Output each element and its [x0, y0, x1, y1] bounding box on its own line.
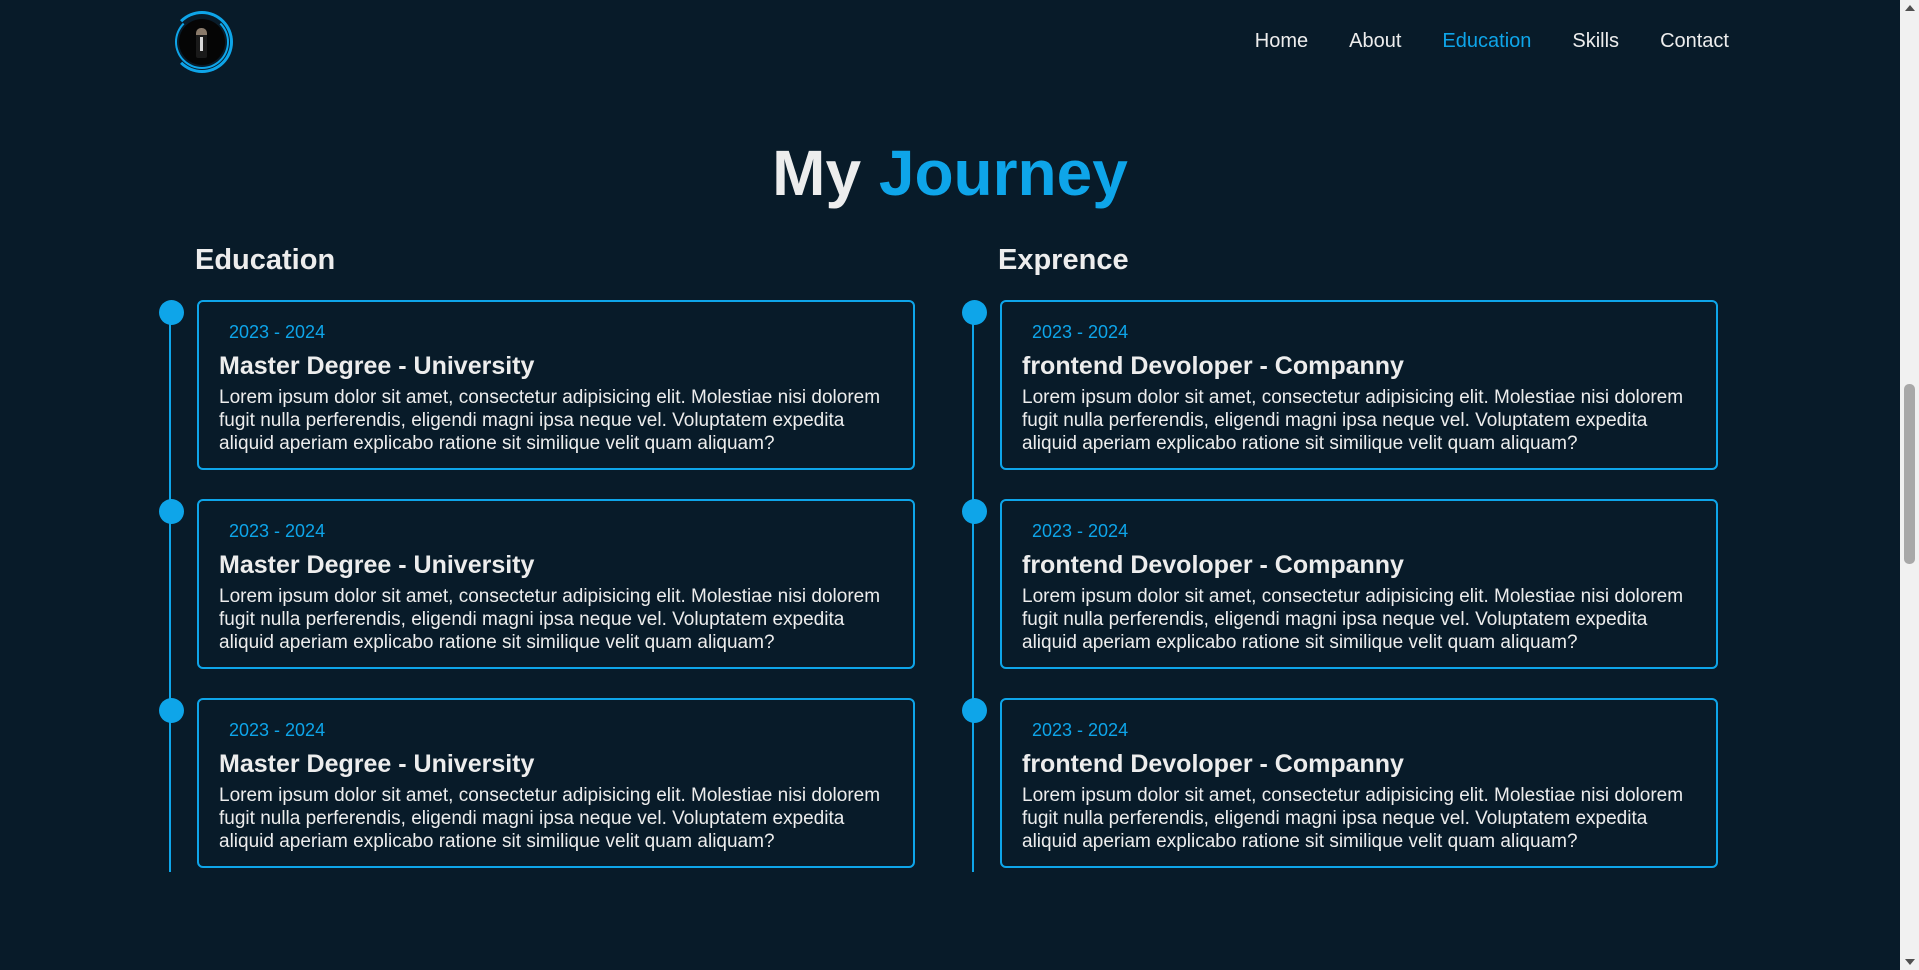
item-title: frontend Devoloper - Companny — [1022, 551, 1404, 579]
education-item: 2023 - 2024 Master Degree - University L… — [159, 698, 945, 872]
avatar-image — [179, 19, 225, 65]
item-year: 2023 - 2024 — [1032, 322, 1129, 342]
experience-title: Exprence — [998, 244, 1129, 276]
item-year: 2023 - 2024 — [1032, 521, 1129, 541]
item-description: Lorem ipsum dolor sit amet, consectetur … — [219, 586, 881, 653]
experience-card: 2023 - 2024 frontend Devoloper - Compann… — [1000, 698, 1718, 868]
section-heading: My Journey — [0, 136, 1900, 210]
portfolio-page: Home About Education Skills Contact My J… — [0, 0, 1900, 970]
timeline-dot — [962, 300, 987, 325]
item-year: 2023 - 2024 — [1032, 720, 1129, 740]
item-year: 2023 - 2024 — [229, 521, 326, 541]
education-item: 2023 - 2024 Master Degree - University L… — [159, 300, 945, 474]
timeline-dot — [159, 499, 184, 524]
scroll-down-arrow-icon[interactable] — [1905, 959, 1915, 965]
logo-avatar[interactable] — [171, 11, 233, 73]
experience-card: 2023 - 2024 frontend Devoloper - Compann… — [1000, 499, 1718, 669]
experience-item: 2023 - 2024 frontend Devoloper - Compann… — [962, 698, 1748, 872]
timeline-dot — [159, 698, 184, 723]
timeline-dot — [962, 499, 987, 524]
experience-card: 2023 - 2024 frontend Devoloper - Compann… — [1000, 300, 1718, 470]
nav-link-about[interactable]: About — [1349, 30, 1401, 53]
nav-link-skills[interactable]: Skills — [1572, 30, 1619, 53]
item-description: Lorem ipsum dolor sit amet, consectetur … — [1022, 387, 1684, 454]
education-card: 2023 - 2024 Master Degree - University L… — [197, 300, 915, 470]
item-description: Lorem ipsum dolor sit amet, consectetur … — [1022, 785, 1684, 852]
item-year: 2023 - 2024 — [229, 322, 326, 342]
item-description: Lorem ipsum dolor sit amet, consectetur … — [1022, 586, 1684, 653]
item-title: Master Degree - University — [219, 750, 535, 778]
nav-link-education[interactable]: Education — [1442, 30, 1531, 53]
timeline-dot — [159, 300, 184, 325]
item-title: Master Degree - University — [219, 352, 535, 380]
item-title: frontend Devoloper - Companny — [1022, 750, 1404, 778]
item-title: frontend Devoloper - Companny — [1022, 352, 1404, 380]
nav-link-contact[interactable]: Contact — [1660, 30, 1729, 53]
scrollbar-thumb[interactable] — [1904, 384, 1915, 564]
item-year: 2023 - 2024 — [229, 720, 326, 740]
main-nav: Home About Education Skills Contact — [1255, 30, 1729, 53]
education-card: 2023 - 2024 Master Degree - University L… — [197, 698, 915, 868]
item-title: Master Degree - University — [219, 551, 535, 579]
vertical-scrollbar[interactable] — [1900, 0, 1919, 970]
experience-item: 2023 - 2024 frontend Devoloper - Compann… — [962, 499, 1748, 673]
scroll-up-arrow-icon[interactable] — [1905, 5, 1915, 11]
heading-accent: Journey — [878, 137, 1128, 209]
item-description: Lorem ipsum dolor sit amet, consectetur … — [219, 785, 881, 852]
timeline-dot — [962, 698, 987, 723]
heading-plain: My — [772, 137, 862, 209]
education-title: Education — [195, 244, 336, 276]
education-card: 2023 - 2024 Master Degree - University L… — [197, 499, 915, 669]
experience-item: 2023 - 2024 frontend Devoloper - Compann… — [962, 300, 1748, 474]
item-description: Lorem ipsum dolor sit amet, consectetur … — [219, 387, 881, 454]
nav-link-home[interactable]: Home — [1255, 30, 1308, 53]
education-item: 2023 - 2024 Master Degree - University L… — [159, 499, 945, 673]
shirt-detail — [200, 37, 203, 51]
